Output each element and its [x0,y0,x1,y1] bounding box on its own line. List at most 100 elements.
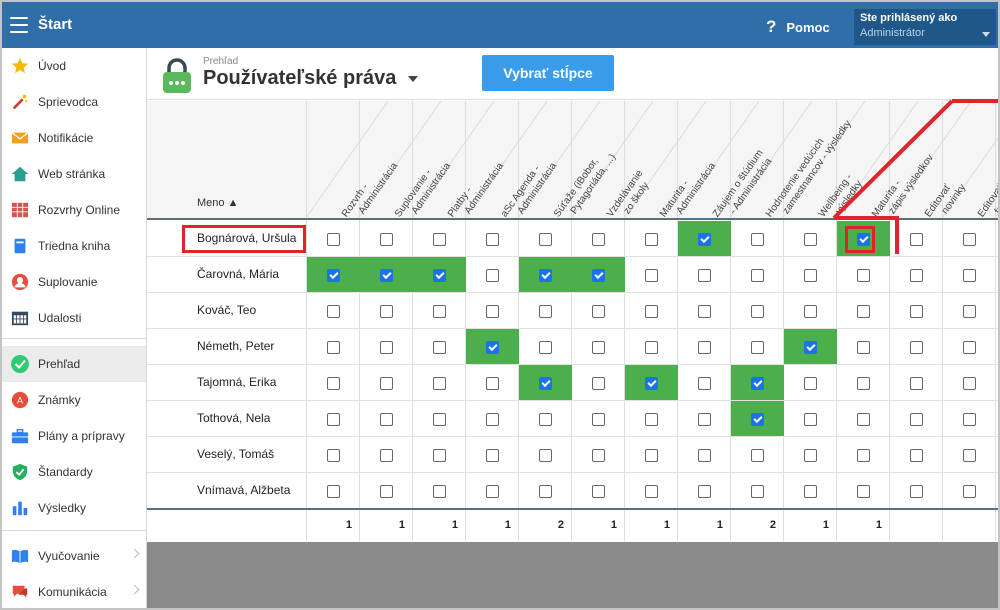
sidebar-item-4[interactable]: Web stránka [2,156,146,192]
permission-checkbox[interactable] [645,412,658,426]
permission-checkbox[interactable] [327,304,340,318]
permission-checkbox[interactable] [486,448,499,462]
permission-checkbox[interactable] [963,304,976,318]
permission-checkbox[interactable] [645,304,658,318]
permission-checkbox[interactable] [751,340,764,354]
permission-checkbox[interactable] [380,448,393,462]
permission-checkbox[interactable] [698,304,711,318]
permission-checkbox[interactable] [910,376,923,390]
permission-checkbox[interactable] [539,304,552,318]
permission-checkbox[interactable] [857,268,870,282]
sidebar-item-5[interactable]: Rozvrhy Online [2,192,146,228]
permission-checkbox[interactable] [592,268,605,282]
sidebar-item-9[interactable]: Prehľad [2,346,146,382]
permission-checkbox[interactable] [910,448,923,462]
permission-checkbox[interactable] [645,340,658,354]
permission-checkbox[interactable] [539,376,552,390]
permission-checkbox[interactable] [804,448,817,462]
permission-checkbox[interactable] [327,268,340,282]
permission-checkbox[interactable] [857,448,870,462]
permission-checkbox[interactable] [857,376,870,390]
permission-checkbox[interactable] [327,340,340,354]
permission-checkbox[interactable] [327,448,340,462]
permission-checkbox[interactable] [380,268,393,282]
menu-icon[interactable] [10,17,28,33]
permission-checkbox[interactable] [645,376,658,390]
permission-checkbox[interactable] [963,232,976,246]
permission-checkbox[interactable] [486,304,499,318]
permission-checkbox[interactable] [433,412,446,426]
sidebar-item-3[interactable]: Notifikácie [2,120,146,156]
permission-checkbox[interactable] [857,304,870,318]
permission-checkbox[interactable] [804,412,817,426]
permission-checkbox[interactable] [857,340,870,354]
permission-checkbox[interactable] [963,448,976,462]
permission-checkbox[interactable] [910,268,923,282]
user-menu[interactable]: Ste prihlásený ako Administrátor [854,9,996,45]
sidebar-item-15[interactable]: Komunikácia [2,574,146,608]
permission-checkbox[interactable] [486,376,499,390]
permission-checkbox[interactable] [910,340,923,354]
permission-checkbox[interactable] [433,268,446,282]
sidebar-item-6[interactable]: Triedna kniha [2,228,146,264]
permission-checkbox[interactable] [698,448,711,462]
permission-checkbox[interactable] [433,232,446,246]
name-column-header[interactable]: Meno ▲ [197,197,238,209]
sidebar-item-1[interactable]: Úvod [2,48,146,84]
permission-checkbox[interactable] [539,340,552,354]
permission-checkbox[interactable] [327,232,340,246]
permission-checkbox[interactable] [380,412,393,426]
permission-checkbox[interactable] [486,484,499,498]
permission-checkbox[interactable] [751,268,764,282]
sidebar-item-8[interactable]: Udalosti [2,300,146,336]
permission-checkbox[interactable] [857,412,870,426]
permission-checkbox[interactable] [698,376,711,390]
permission-checkbox[interactable] [698,340,711,354]
permission-checkbox[interactable] [910,304,923,318]
permission-checkbox[interactable] [751,304,764,318]
permission-checkbox[interactable] [751,412,764,426]
permission-checkbox[interactable] [804,484,817,498]
help-button[interactable]: ? Pomoc [766,17,830,37]
permission-checkbox[interactable] [857,484,870,498]
permission-checkbox[interactable] [433,484,446,498]
permission-checkbox[interactable] [433,448,446,462]
permission-checkbox[interactable] [539,412,552,426]
permission-checkbox[interactable] [592,412,605,426]
permission-checkbox[interactable] [910,484,923,498]
permission-checkbox[interactable] [698,232,711,246]
permission-checkbox[interactable] [645,484,658,498]
permission-checkbox[interactable] [486,340,499,354]
permission-checkbox[interactable] [804,268,817,282]
permission-checkbox[interactable] [380,340,393,354]
permission-checkbox[interactable] [804,340,817,354]
permission-checkbox[interactable] [327,376,340,390]
permission-checkbox[interactable] [751,376,764,390]
permission-checkbox[interactable] [380,232,393,246]
permission-checkbox[interactable] [592,376,605,390]
permission-checkbox[interactable] [751,484,764,498]
permission-checkbox[interactable] [539,484,552,498]
page-title-dropdown[interactable]: Používateľské práva [203,67,419,90]
sidebar-item-13[interactable]: Výsledky [2,490,146,526]
permission-checkbox[interactable] [380,376,393,390]
permission-checkbox[interactable] [645,268,658,282]
permission-checkbox[interactable] [804,232,817,246]
permission-checkbox[interactable] [592,484,605,498]
permission-checkbox[interactable] [963,268,976,282]
permission-checkbox[interactable] [698,268,711,282]
select-columns-button[interactable]: Vybrať stĺpce [482,55,614,91]
permission-checkbox[interactable] [751,232,764,246]
sidebar-item-2[interactable]: Sprievodca [2,84,146,120]
app-title[interactable]: Štart [38,16,72,33]
permission-checkbox[interactable] [380,304,393,318]
permission-checkbox[interactable] [486,232,499,246]
permission-checkbox[interactable] [539,268,552,282]
permission-checkbox[interactable] [910,232,923,246]
permission-checkbox[interactable] [327,484,340,498]
permission-checkbox[interactable] [963,376,976,390]
permission-checkbox[interactable] [433,304,446,318]
sidebar-item-10[interactable]: A Známky [2,382,146,418]
permission-checkbox[interactable] [433,340,446,354]
permission-checkbox[interactable] [963,484,976,498]
